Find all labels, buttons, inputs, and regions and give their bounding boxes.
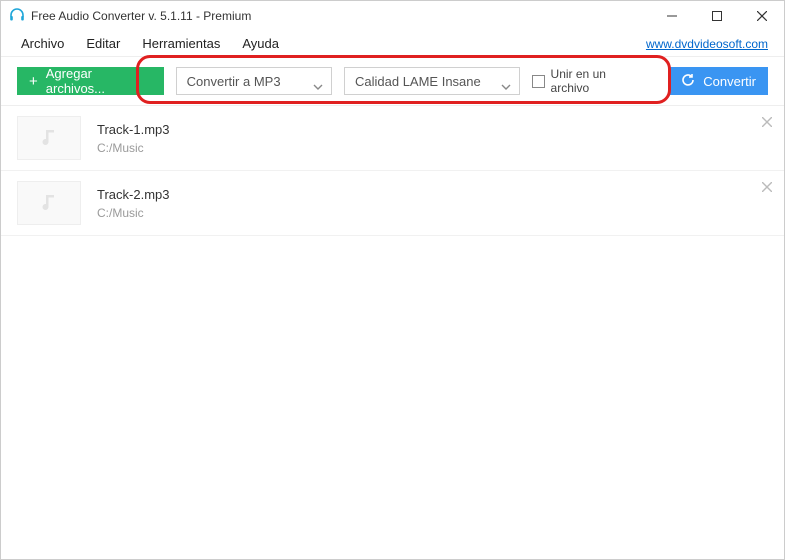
format-selected: Convertir a MP3	[187, 74, 281, 89]
merge-checkbox[interactable]	[532, 75, 545, 88]
refresh-icon	[681, 73, 695, 90]
maximize-button[interactable]	[694, 1, 739, 31]
format-dropdown[interactable]: Convertir a MP3	[176, 67, 332, 95]
menu-editar[interactable]: Editar	[78, 36, 134, 51]
quality-dropdown[interactable]: Calidad LAME Insane	[344, 67, 520, 95]
file-list: Track-1.mp3 C:/Music Track-2.mp3 C:/Musi…	[1, 105, 784, 236]
file-info: Track-1.mp3 C:/Music	[97, 122, 768, 155]
file-thumbnail	[17, 181, 81, 225]
minimize-button[interactable]	[649, 1, 694, 31]
file-row[interactable]: Track-1.mp3 C:/Music	[1, 106, 784, 171]
merge-checkbox-row[interactable]: Unir en un archivo	[532, 67, 645, 95]
window-controls	[649, 1, 784, 31]
file-path: C:/Music	[97, 206, 768, 220]
chevron-down-icon	[501, 78, 511, 84]
app-headphones-icon	[9, 7, 25, 26]
toolbar: + Agregar archivos... Convertir a MP3 Ca…	[1, 57, 784, 105]
quality-selected: Calidad LAME Insane	[355, 74, 481, 89]
file-info: Track-2.mp3 C:/Music	[97, 187, 768, 220]
file-path: C:/Music	[97, 141, 768, 155]
merge-label: Unir en un archivo	[551, 67, 646, 95]
menu-ayuda[interactable]: Ayuda	[234, 36, 293, 51]
convert-button[interactable]: Convertir	[669, 67, 768, 95]
menu-archivo[interactable]: Archivo	[13, 36, 78, 51]
chevron-down-icon	[313, 78, 323, 84]
file-thumbnail	[17, 116, 81, 160]
file-row[interactable]: Track-2.mp3 C:/Music	[1, 171, 784, 236]
site-link[interactable]: www.dvdvideosoft.com	[646, 37, 772, 51]
remove-file-button[interactable]	[762, 114, 772, 130]
close-button[interactable]	[739, 1, 784, 31]
music-note-icon	[38, 126, 60, 151]
remove-file-button[interactable]	[762, 179, 772, 195]
plus-icon: +	[29, 74, 38, 89]
add-files-button[interactable]: + Agregar archivos...	[17, 67, 164, 95]
menu-herramientas[interactable]: Herramientas	[134, 36, 234, 51]
file-name: Track-2.mp3	[97, 187, 768, 202]
file-name: Track-1.mp3	[97, 122, 768, 137]
music-note-icon	[38, 191, 60, 216]
window-title: Free Audio Converter v. 5.1.11 - Premium	[31, 9, 649, 23]
menu-bar: Archivo Editar Herramientas Ayuda www.dv…	[1, 31, 784, 57]
title-bar: Free Audio Converter v. 5.1.11 - Premium	[1, 1, 784, 31]
add-files-label: Agregar archivos...	[46, 66, 152, 96]
convert-label: Convertir	[703, 74, 756, 89]
